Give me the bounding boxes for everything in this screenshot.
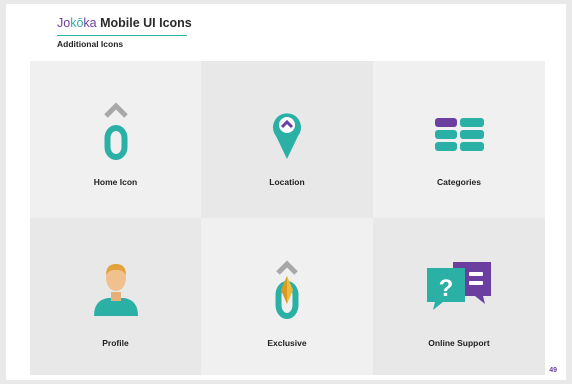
tile-label: Categories [437,177,481,187]
tile-home[interactable]: Home Icon [30,61,201,218]
section-subtitle: Additional Icons [57,39,124,49]
location-pin-icon [273,113,301,159]
title-divider [57,35,187,36]
profile-icon [93,264,138,316]
brand-part-3: ka [83,16,97,30]
brand-part-2: kō [70,16,84,30]
home-icon [103,102,128,160]
brand-part-1: Jo [57,16,71,30]
tile-location[interactable]: Location [201,61,373,218]
tile-label: Home Icon [93,177,138,187]
brand-title-rest: Mobile UI Icons [96,16,192,30]
tile-categories[interactable]: Categories [373,61,545,218]
tile-profile[interactable]: Profile [30,218,201,375]
tile-online-support[interactable]: ? Online Support [373,218,545,375]
online-support-icon: ? [427,262,491,310]
tile-label: Location [269,177,305,187]
categories-icon [435,118,484,151]
tile-label: Profile [102,338,129,348]
page-number: 49 [549,367,557,374]
svg-text:?: ? [439,275,454,302]
tile-label: Online Support [428,338,490,348]
icon-grid: Home Icon Location Categories Profile Ex… [30,61,545,375]
brand-title: Jokōka Mobile UI Icons [57,16,192,30]
tile-label: Exclusive [267,338,307,348]
exclusive-icon [275,260,299,319]
slide-page: Jokōka Mobile UI Icons Additional Icons … [6,4,566,380]
tile-exclusive[interactable]: Exclusive [201,218,373,375]
